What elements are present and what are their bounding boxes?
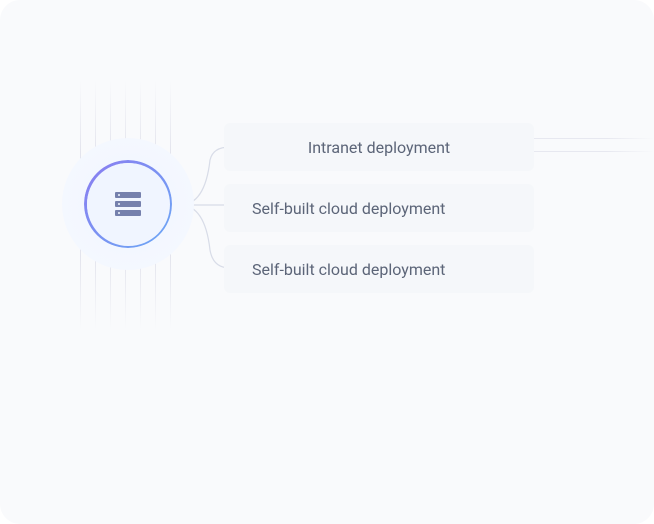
deployment-option: Self-built cloud deployment bbox=[224, 245, 534, 293]
server-node bbox=[62, 138, 194, 270]
option-label: Self-built cloud deployment bbox=[252, 199, 445, 218]
diagram-canvas: Intranet deployment Self-built cloud dep… bbox=[0, 0, 654, 524]
deployment-options: Intranet deployment Self-built cloud dep… bbox=[224, 123, 534, 293]
option-label: Self-built cloud deployment bbox=[252, 260, 445, 279]
deployment-option: Intranet deployment bbox=[224, 123, 534, 171]
option-label: Intranet deployment bbox=[308, 138, 450, 157]
decorative-horizontal-lines bbox=[534, 130, 654, 160]
deployment-option: Self-built cloud deployment bbox=[224, 184, 534, 232]
server-icon bbox=[115, 192, 141, 216]
